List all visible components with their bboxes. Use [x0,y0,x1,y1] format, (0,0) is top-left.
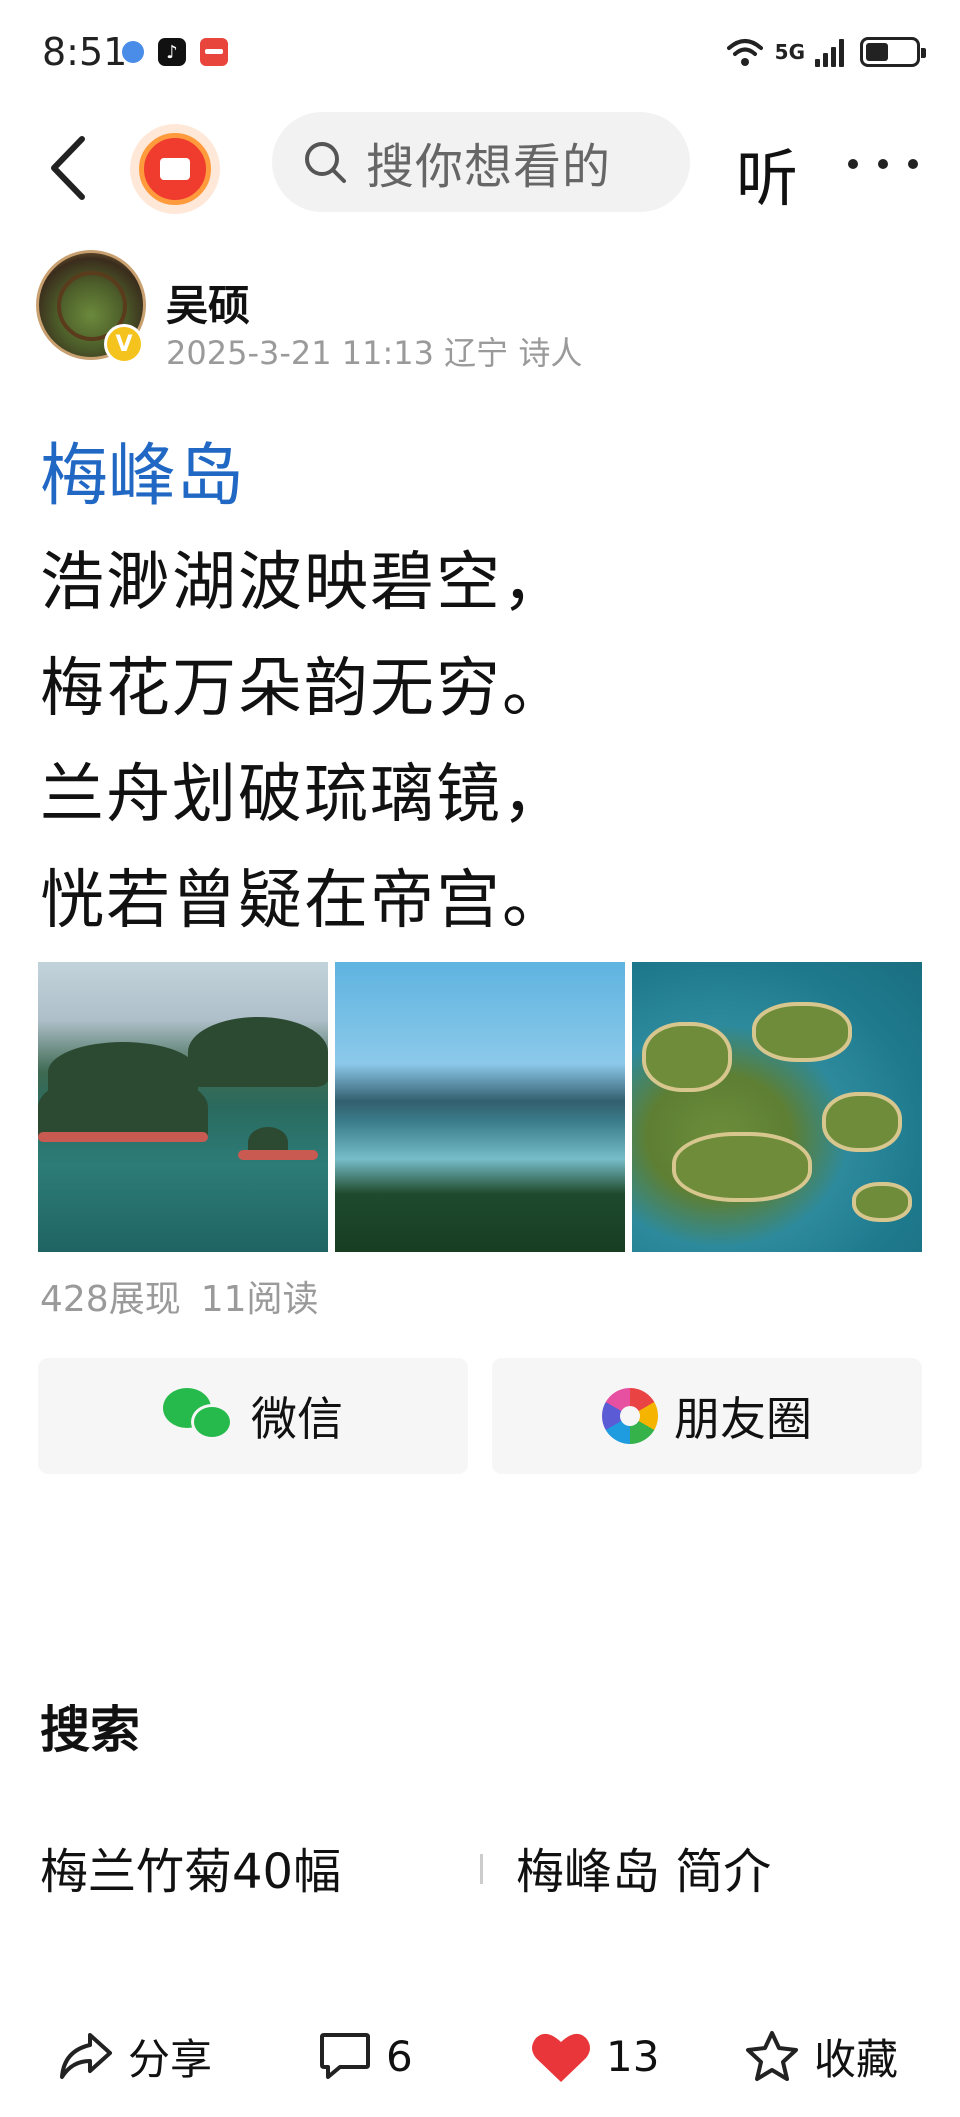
divider [480,1854,483,1884]
author-header: V 吴硕 2025-3-21 11:13 辽宁 诗人 [36,250,926,372]
favorite-label: 收藏 [814,2034,899,2084]
post-meta: 2025-3-21 11:13 辽宁 诗人 [166,334,583,372]
search-suggestion[interactable]: 梅峰岛 简介 [516,1832,771,1902]
share-label: 分享 [128,2034,213,2084]
red-envelope-icon [139,133,211,205]
status-bar: 8:51 ♪ 5G [0,0,960,110]
status-time: 8:51 [42,30,128,74]
share-arrow-icon [60,2033,112,2079]
search-suggestions: 梅兰竹菊40幅 梅峰岛 简介 [40,1832,920,1902]
more-options-button[interactable] [848,134,918,194]
app-logo-button[interactable] [130,124,220,214]
author-name[interactable]: 吴硕 [166,272,250,333]
app-notification-icon [200,38,228,66]
share-buttons: 微信 朋友圈 [38,1358,922,1474]
tiktok-notification-icon: ♪ [158,38,186,66]
poem-line: 恍若曾疑在帝宫。 [40,864,568,938]
listen-button[interactable]: 听 [736,128,798,218]
wechat-icon [163,1388,235,1444]
more-dot-icon [908,159,918,169]
moments-icon [602,1388,658,1444]
more-dot-icon [848,159,858,169]
post-image-grid [38,962,922,1252]
status-system-icons: 5G [725,36,926,68]
top-nav-bar: 搜你想看的 听 [0,110,960,220]
battery-icon [860,37,926,67]
search-suggestion[interactable]: 梅兰竹菊40幅 [40,1832,341,1902]
verified-badge-icon: V [104,324,144,364]
share-moments-button[interactable]: 朋友圈 [492,1358,922,1474]
network-type: 5G [774,40,805,64]
search-icon [305,142,346,183]
search-input[interactable]: 搜你想看的 [272,112,690,212]
back-button[interactable] [38,128,98,208]
post-image-lake-1[interactable] [38,962,328,1252]
chevron-left-icon [51,136,85,200]
post-image-lake-2[interactable] [335,962,625,1252]
like-button[interactable]: 13 [530,2024,659,2088]
impression-count: 428展现 [40,1279,181,1320]
heart-icon [532,2033,590,2082]
post-stats: 428展现 11阅读 [40,1270,319,1322]
post-title-link[interactable]: 梅峰岛 [40,420,244,519]
poem-line: 兰舟划破琉璃镜， [40,758,568,832]
post-image-islands-aerial[interactable] [632,962,922,1252]
browser-notification-icon [122,41,144,63]
status-notification-icons: ♪ [122,38,228,66]
poem-line: 梅花万朵韵无穷。 [40,652,568,726]
favorite-button[interactable]: 收藏 [744,2024,898,2088]
poem-body: 浩渺湖波映碧空， 梅花万朵韵无穷。 兰舟划破琉璃镜， 恍若曾疑在帝宫。 [40,530,568,954]
like-count: 13 [606,2031,660,2081]
share-button[interactable]: 分享 [58,2024,212,2088]
comment-button[interactable]: 6 [318,2024,413,2088]
comment-count: 6 [386,2031,413,2081]
comment-icon [320,2033,370,2079]
poem-line: 浩渺湖波映碧空， [40,546,568,620]
share-moments-label: 朋友圈 [674,1392,812,1446]
read-count: 11阅读 [200,1279,319,1320]
share-wechat-label: 微信 [251,1392,343,1446]
signal-icon [815,37,844,67]
search-section-title: 搜索 [40,1701,140,1759]
wifi-icon [726,39,763,66]
star-icon [746,2031,798,2081]
search-placeholder: 搜你想看的 [366,139,612,195]
bottom-action-bar: 分享 6 13 收藏 [0,2000,960,2117]
more-dot-icon [878,159,888,169]
share-wechat-button[interactable]: 微信 [38,1358,468,1474]
